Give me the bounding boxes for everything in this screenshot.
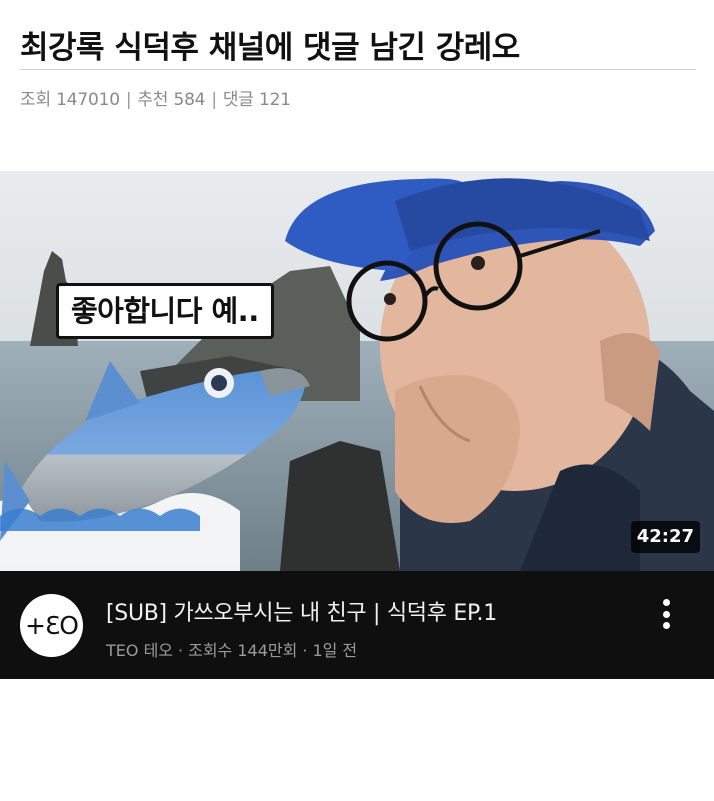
- comments-count: 121: [258, 90, 291, 110]
- recommend-label: 추천: [137, 90, 169, 110]
- more-dot: [662, 622, 670, 629]
- video-duration-badge: 42:27: [630, 521, 700, 553]
- recommend-count: 584: [173, 90, 206, 110]
- channel-avatar[interactable]: +ƐO: [20, 594, 83, 657]
- more-vertical-icon[interactable]: [656, 597, 676, 631]
- video-meta: TEO 테오 · 조회수 144만회 · 1일 전: [106, 637, 357, 661]
- video-title[interactable]: [SUB] 가쓰오부시는 내 친구 | 식덕후 EP.1: [106, 595, 497, 627]
- views-label: 조회: [20, 90, 51, 110]
- thumbnail-caption: 좋아합니다 예..: [56, 283, 274, 339]
- meta-dot: ·: [178, 641, 184, 660]
- video-info-bar: +ƐO [SUB] 가쓰오부시는 내 친구 | 식덕후 EP.1 TEO 테오 ·…: [0, 571, 714, 679]
- meta-separator: |: [125, 90, 132, 110]
- more-dot: [662, 610, 670, 618]
- post-title: 최강록 식덕후 채널에 댓글 남긴 강레오: [20, 0, 696, 70]
- thumbnail-illustration: [0, 171, 714, 571]
- comments-label: 댓글: [222, 90, 254, 110]
- view-count: 조회수 144만회: [188, 641, 298, 660]
- video-thumbnail[interactable]: 좋아합니다 예.. 42:27: [0, 171, 714, 571]
- views-count: 147010: [56, 90, 120, 110]
- upload-time: 1일 전: [312, 641, 358, 660]
- channel-name[interactable]: TEO 테오: [106, 641, 173, 660]
- post-meta: 조회 147010 | 추천 584 | 댓글 121: [20, 85, 696, 110]
- youtube-embed[interactable]: 좋아합니다 예.. 42:27 +ƐO [SUB] 가쓰오부시는 내 친구 | …: [0, 171, 714, 679]
- meta-dot: ·: [302, 641, 308, 660]
- meta-separator: |: [211, 90, 217, 110]
- more-dot: [662, 599, 670, 606]
- post-header: 최강록 식덕후 채널에 댓글 남긴 강레오 조회 147010 | 추천 584 | 댓…: [20, 0, 696, 110]
